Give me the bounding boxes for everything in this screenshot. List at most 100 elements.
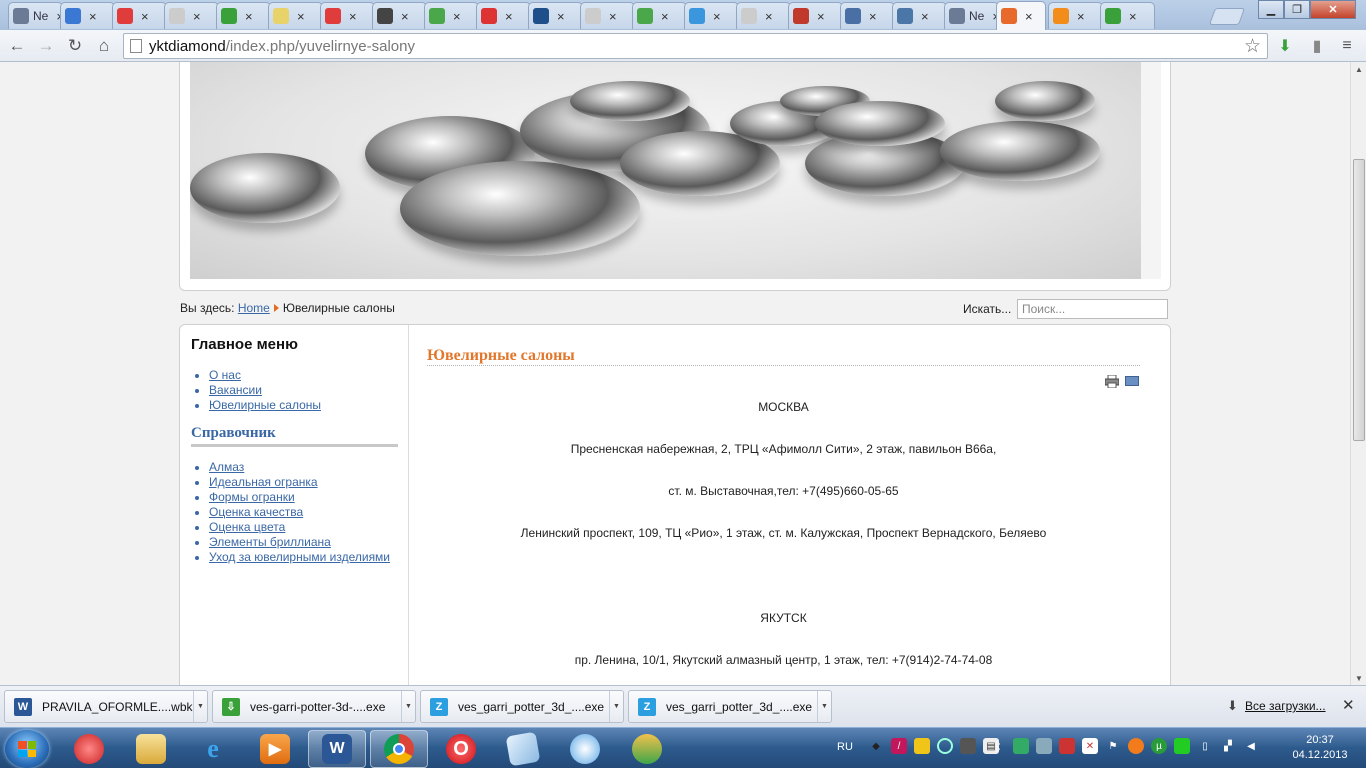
- search-input[interactable]: [1017, 299, 1168, 319]
- download-item[interactable]: Z ves_garri_potter_3d_....exe ▼: [420, 690, 624, 723]
- chevron-down-icon[interactable]: ▼: [193, 691, 207, 722]
- close-tab-icon[interactable]: ×: [609, 9, 617, 24]
- start-button[interactable]: [5, 730, 49, 768]
- browser-tab[interactable]: ×: [1100, 2, 1155, 29]
- print-icon[interactable]: [1105, 375, 1119, 388]
- pen-tray-icon[interactable]: /: [891, 738, 907, 754]
- taskbar-app-opera[interactable]: O: [432, 730, 490, 768]
- close-tab-icon[interactable]: ×: [869, 9, 877, 24]
- taskbar-app-notes[interactable]: [494, 730, 552, 768]
- taskbar-app-game[interactable]: [618, 730, 676, 768]
- language-indicator[interactable]: RU: [837, 741, 853, 753]
- close-tab-icon[interactable]: ×: [297, 9, 305, 24]
- breadcrumb-home-link[interactable]: Home: [238, 301, 270, 315]
- odnoklassniki-tray-icon[interactable]: [1128, 738, 1144, 754]
- browser-tab[interactable]: ×: [424, 2, 479, 29]
- sync-tray-icon[interactable]: [937, 738, 953, 754]
- close-tab-icon[interactable]: ×: [713, 9, 721, 24]
- close-tab-icon[interactable]: ×: [1025, 9, 1033, 24]
- close-tab-icon[interactable]: ×: [401, 9, 409, 24]
- browser-tab[interactable]: ×: [60, 2, 115, 29]
- browser-tab[interactable]: ×: [788, 2, 843, 29]
- utorrent-tray-icon[interactable]: µ: [1151, 738, 1167, 754]
- browser-tab[interactable]: ×: [164, 2, 219, 29]
- antivirus-tray-icon[interactable]: ✕: [1082, 738, 1098, 754]
- close-tab-icon[interactable]: ×: [193, 9, 201, 24]
- network-tool-tray-icon[interactable]: [1059, 738, 1075, 754]
- browser-tab[interactable]: ×: [580, 2, 635, 29]
- flag-tray-icon[interactable]: ⚑: [1105, 738, 1121, 754]
- address-bar[interactable]: yktdiamond/index.php/yuvelirnye-salony ☆: [123, 33, 1268, 59]
- reference-menu-link[interactable]: Уход за ювелирными изделиями: [209, 550, 390, 564]
- scrollbar-thumb[interactable]: [1353, 159, 1365, 441]
- main-menu-link[interactable]: Ювелирные салоны: [209, 398, 321, 412]
- browser-tab[interactable]: ×: [320, 2, 375, 29]
- close-tab-icon[interactable]: ×: [1129, 9, 1137, 24]
- bookmark-star-icon[interactable]: ☆: [1244, 35, 1261, 58]
- reference-menu-link[interactable]: Оценка качества: [209, 505, 303, 519]
- browser-tab[interactable]: ×: [1048, 2, 1103, 29]
- new-tab-button[interactable]: [1208, 8, 1246, 25]
- forward-icon[interactable]: →: [34, 34, 58, 58]
- back-icon[interactable]: ←: [5, 34, 29, 58]
- chevron-down-icon[interactable]: ▼: [401, 691, 415, 722]
- stats-extension-icon[interactable]: ▮: [1306, 35, 1328, 57]
- menu-icon[interactable]: ≡: [1336, 35, 1358, 57]
- folder-tray-icon[interactable]: [914, 738, 930, 754]
- taskbar-app-chrome[interactable]: [370, 730, 428, 768]
- browser-tab[interactable]: Ne×: [944, 2, 999, 29]
- email-icon[interactable]: [1125, 376, 1139, 386]
- wifi-tray-icon[interactable]: ▞: [1220, 738, 1236, 754]
- reference-menu-link[interactable]: Идеальная огранка: [209, 475, 318, 489]
- close-tab-icon[interactable]: ×: [921, 9, 929, 24]
- spy-tray-icon[interactable]: ◆: [868, 738, 884, 754]
- browser-tab[interactable]: ×: [892, 2, 947, 29]
- chevron-down-icon[interactable]: ▼: [609, 691, 623, 722]
- taskbar-app-tool[interactable]: [556, 730, 614, 768]
- close-tab-icon[interactable]: ×: [349, 9, 357, 24]
- scroll-up-icon[interactable]: ▲: [1355, 65, 1363, 74]
- close-tab-icon[interactable]: ×: [141, 9, 149, 24]
- browser-tab[interactable]: ×: [684, 2, 739, 29]
- vertical-scrollbar[interactable]: ▲ ▼: [1350, 62, 1366, 685]
- taskbar-app-explorer[interactable]: [122, 730, 180, 768]
- close-tab-icon[interactable]: ×: [89, 9, 97, 24]
- close-tab-icon[interactable]: ×: [245, 9, 253, 24]
- browser-tab[interactable]: ×: [840, 2, 895, 29]
- close-window-button[interactable]: ✕: [1310, 0, 1356, 19]
- taskbar-app-ie[interactable]: e: [184, 730, 242, 768]
- main-menu-link[interactable]: Вакансии: [209, 383, 262, 397]
- reference-menu-link[interactable]: Оценка цвета: [209, 520, 285, 534]
- close-tab-icon[interactable]: ×: [1077, 9, 1085, 24]
- close-tab-icon[interactable]: ×: [505, 9, 513, 24]
- download-extension-icon[interactable]: ⬇: [1274, 35, 1296, 57]
- reference-menu-link[interactable]: Алмаз: [209, 460, 244, 474]
- download-item[interactable]: W PRAVILA_OFORMLE....wbk ▼: [4, 690, 208, 723]
- browser-tab[interactable]: ×: [996, 1, 1046, 30]
- browser-tab[interactable]: ×: [476, 2, 531, 29]
- browser-tab[interactable]: ×: [268, 2, 323, 29]
- browser-tab[interactable]: ×: [632, 2, 687, 29]
- download-item[interactable]: Z ves_garri_potter_3d_....exe ▼: [628, 690, 832, 723]
- battery-tray-icon[interactable]: [1174, 738, 1190, 754]
- clock[interactable]: 20:37 04.12.2013: [1285, 733, 1355, 763]
- close-tab-icon[interactable]: ×: [817, 9, 825, 24]
- maximize-button[interactable]: ❐: [1284, 0, 1310, 19]
- chevron-down-icon[interactable]: ▼: [817, 691, 831, 722]
- browser-tab[interactable]: ×: [372, 2, 427, 29]
- download-item[interactable]: ⇩ ves-garri-potter-3d-....exe ▼: [212, 690, 416, 723]
- browser-tab[interactable]: ×: [528, 2, 583, 29]
- browser-tab[interactable]: Ne×: [8, 2, 63, 29]
- minimize-button[interactable]: ▁: [1258, 0, 1284, 19]
- close-tab-icon[interactable]: ×: [453, 9, 461, 24]
- browser-tab[interactable]: ×: [112, 2, 167, 29]
- reload-icon[interactable]: ↻: [63, 34, 87, 58]
- browser-tab[interactable]: ×: [216, 2, 271, 29]
- scroll-down-icon[interactable]: ▼: [1355, 674, 1363, 683]
- close-tab-icon[interactable]: ×: [765, 9, 773, 24]
- taskbar-app-video[interactable]: ▶: [246, 730, 304, 768]
- close-icon[interactable]: ✕: [1342, 696, 1355, 714]
- bluetooth-tray-icon[interactable]: ᛒ: [990, 738, 1006, 754]
- taskbar-app-word[interactable]: W: [308, 730, 366, 768]
- usb-tray-icon[interactable]: [1036, 738, 1052, 754]
